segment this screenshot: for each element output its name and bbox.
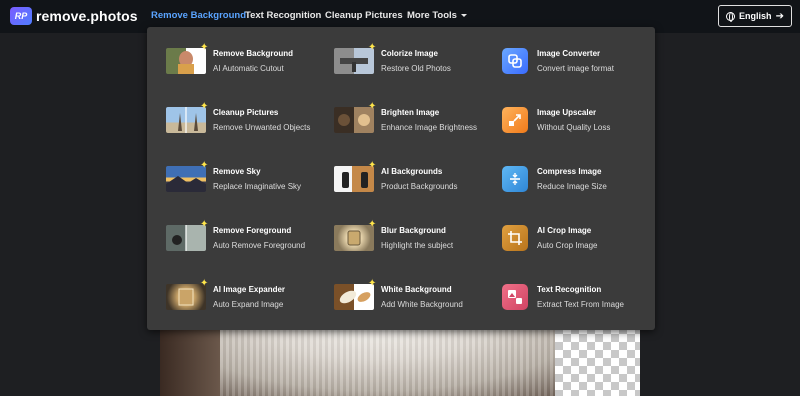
sparkle-icon: ✦	[368, 42, 377, 53]
sparkle-icon: ✦	[368, 278, 377, 289]
tool-title: Remove Foreground	[213, 226, 292, 235]
tool-subtitle: Remove Unwanted Objects	[213, 123, 311, 132]
image-upscaler-icon	[502, 107, 528, 133]
ai-crop-image-icon	[502, 225, 528, 251]
tool-title: AI Crop Image	[537, 226, 592, 235]
text-recognition-icon	[502, 284, 528, 310]
tool-title: Cleanup Pictures	[213, 108, 279, 117]
tool-subtitle: Enhance Image Brightness	[381, 123, 478, 132]
tool-subtitle: Replace Imaginative Sky	[213, 182, 302, 191]
tool-image-upscaler[interactable]: Image Upscaler Without Quality Loss	[502, 107, 652, 137]
sparkle-icon: ✦	[200, 160, 209, 171]
tool-title: Image Converter	[537, 49, 601, 58]
sparkle-icon: ✦	[200, 42, 209, 53]
tool-remove-foreground[interactable]: ✦ Remove Foreground Auto Remove Foregrou…	[166, 220, 316, 255]
tool-subtitle: Without Quality Loss	[537, 123, 611, 132]
nav-more-tools-label: More Tools	[407, 10, 457, 21]
sparkle-icon: ✦	[200, 219, 209, 230]
globe-icon	[726, 11, 736, 22]
tool-title: AI Backgrounds	[381, 167, 443, 176]
tool-cleanup-pictures[interactable]: ✦ Cleanup Pictures Remove Unwanted Objec…	[166, 102, 316, 137]
nav-text-recognition[interactable]: Text Recognition	[245, 10, 321, 21]
tool-colorize-image[interactable]: ✦ Colorize Image Restore Old Photos	[334, 43, 484, 78]
tool-subtitle: Auto Crop Image	[537, 241, 598, 250]
tool-subtitle: Extract Text From Image	[537, 300, 624, 309]
tool-subtitle: Product Backgrounds	[381, 182, 458, 191]
sparkle-icon: ✦	[200, 101, 209, 112]
sparkle-icon: ✦	[368, 160, 377, 171]
caret-down-icon	[460, 13, 467, 17]
tool-remove-background[interactable]: ✦ Remove Background AI Automatic Cutout	[166, 43, 316, 78]
nav-more-tools[interactable]: More Tools	[407, 10, 467, 21]
tool-title: Compress Image	[537, 167, 602, 176]
more-tools-dropdown: ✦ Remove Background AI Automatic Cutout …	[147, 27, 655, 330]
tool-title: AI Image Expander	[213, 285, 286, 294]
logo-mark: RP	[10, 7, 32, 25]
compress-image-icon	[502, 166, 528, 192]
tool-text-recognition[interactable]: Text Recognition Extract Text From Image	[502, 284, 652, 314]
tool-blur-background[interactable]: ✦ Blur Background Highlight the subject	[334, 220, 484, 255]
tool-title: Colorize Image	[381, 49, 438, 58]
logo[interactable]: RP remove.photos	[10, 7, 138, 25]
sparkle-icon: ✦	[368, 219, 377, 230]
tool-image-converter[interactable]: Image Converter Convert image format	[502, 48, 652, 78]
nav-cleanup-pictures[interactable]: Cleanup Pictures	[325, 10, 403, 21]
tool-title: Image Upscaler	[537, 108, 597, 117]
sparkle-icon: ✦	[368, 101, 377, 112]
tool-brighten-image[interactable]: ✦ Brighten Image Enhance Image Brightnes…	[334, 102, 484, 137]
nav-remove-background[interactable]: Remove Background	[151, 10, 246, 21]
tool-subtitle: Convert image format	[537, 64, 614, 73]
tool-ai-image-expander[interactable]: ✦ AI Image Expander Auto Expand Image	[166, 279, 316, 314]
sparkle-icon: ✦	[200, 278, 209, 289]
language-button[interactable]: English ➔	[718, 5, 792, 27]
tool-remove-sky[interactable]: ✦ Remove Sky Replace Imaginative Sky	[166, 161, 316, 196]
tool-subtitle: Auto Expand Image	[213, 300, 284, 309]
tool-ai-crop-image[interactable]: AI Crop Image Auto Crop Image	[502, 225, 652, 255]
tool-title: Remove Background	[213, 49, 294, 58]
logo-text: remove.photos	[36, 8, 138, 24]
tool-subtitle: AI Automatic Cutout	[213, 64, 284, 73]
tool-title: Text Recognition	[537, 285, 602, 294]
language-label: English	[739, 11, 772, 21]
tool-subtitle: Highlight the subject	[381, 241, 454, 250]
tool-subtitle: Restore Old Photos	[381, 64, 451, 73]
tool-compress-image[interactable]: Compress Image Reduce Image Size	[502, 166, 652, 196]
tool-white-background[interactable]: ✦ White Background Add White Background	[334, 279, 484, 314]
tool-title: Brighten Image	[381, 108, 440, 117]
tool-title: Blur Background	[381, 226, 446, 235]
tool-subtitle: Auto Remove Foreground	[213, 241, 306, 250]
tool-subtitle: Reduce Image Size	[537, 182, 607, 191]
arrow-right-icon: ➔	[775, 10, 784, 22]
tool-title: Remove Sky	[213, 167, 261, 176]
tool-ai-backgrounds[interactable]: ✦ AI Backgrounds Product Backgrounds	[334, 161, 484, 196]
image-converter-icon	[502, 48, 528, 74]
tool-subtitle: Add White Background	[381, 300, 463, 309]
tool-title: White Background	[381, 285, 452, 294]
